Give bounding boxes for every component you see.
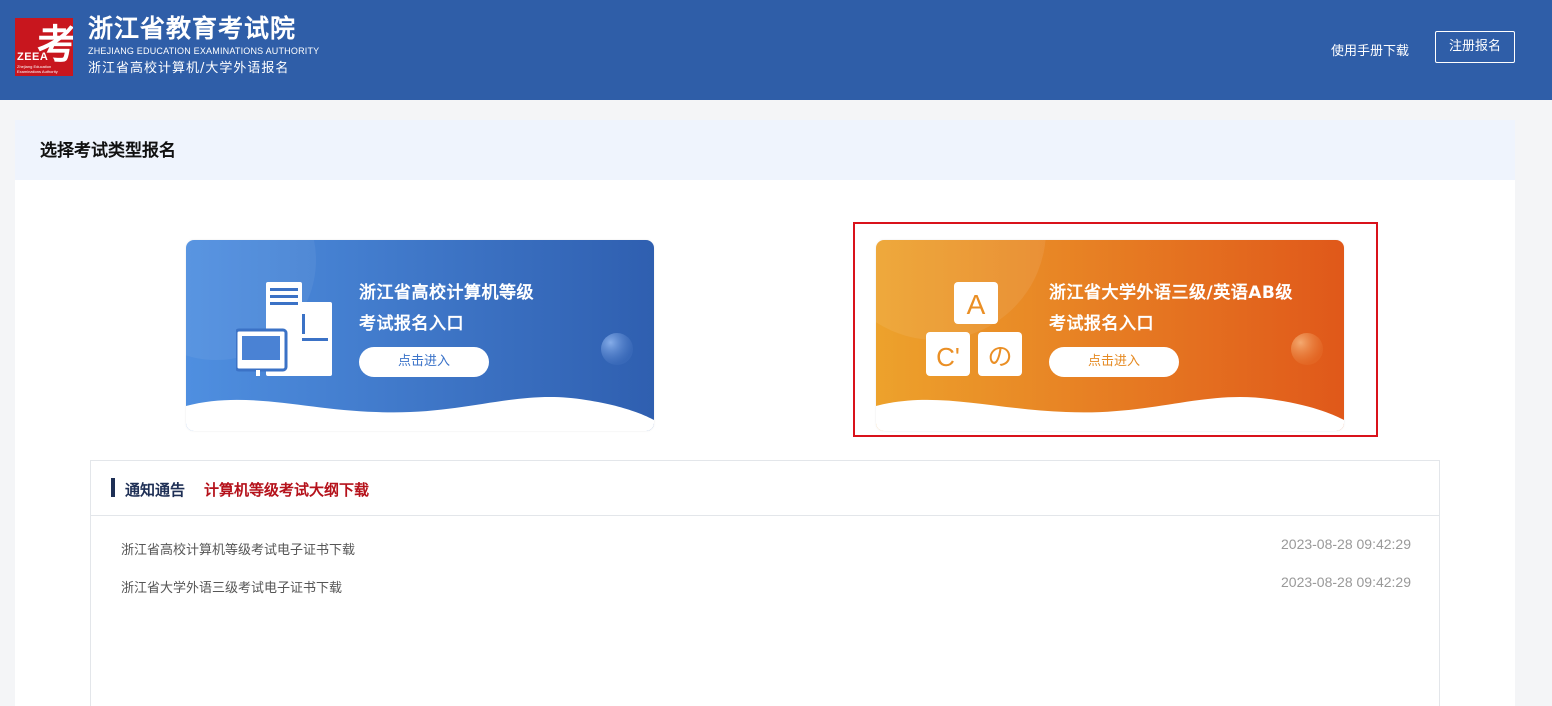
register-button[interactable]: 注册报名 (1435, 31, 1515, 63)
panel-header: 选择考试类型报名 (15, 120, 1515, 180)
card-title-line2: 考试报名入口 (359, 314, 464, 334)
site-subtitle: 浙江省高校计算机/大学外语报名 (88, 61, 290, 76)
site-title-en: ZHEJIANG EDUCATION EXAMINATIONS AUTHORIT… (88, 46, 320, 56)
card-title-line1: 浙江省高校计算机等级 (359, 283, 534, 303)
notice-item-date: 2023-08-28 09:42:29 (1281, 574, 1411, 590)
notice-item-date: 2023-08-28 09:42:29 (1281, 536, 1411, 552)
top-header: 考 ZEEA Zhejiang Education Examinations A… (0, 0, 1552, 100)
logo-abbr: ZEEA (17, 51, 49, 63)
notice-item-text[interactable]: 浙江省高校计算机等级考试电子证书下载 (121, 543, 355, 558)
notice-item[interactable]: 浙江省高校计算机等级考试电子证书下载 2023-08-28 09:42:29 (121, 536, 1411, 561)
main-panel: 选择考试类型报名 浙江省高校计算机等级 考试报名入口 点击进入 A C' の 浙… (15, 120, 1515, 706)
computer-icon (236, 282, 332, 376)
brand-block: 浙江省教育考试院 ZHEJIANG EDUCATION EXAMINATIONS… (88, 14, 319, 77)
enter-computer-exam-button[interactable]: 点击进入 (359, 347, 489, 377)
highlight-box (853, 222, 1378, 437)
syllabus-download-link[interactable]: 计算机等级考试大纲下载 (204, 479, 369, 500)
logo-tiny-text: Zhejiang Education Examinations Authorit… (17, 64, 58, 74)
section-title: 选择考试类型报名 (40, 141, 176, 161)
notice-header: 通知通告 计算机等级考试大纲下载 (91, 461, 1439, 516)
manual-download-link[interactable]: 使用手册下载 (1331, 40, 1409, 59)
notice-title: 通知通告 (125, 481, 186, 499)
notice-section: 通知通告 计算机等级考试大纲下载 浙江省高校计算机等级考试电子证书下载 2023… (90, 460, 1440, 706)
site-title: 浙江省教育考试院 (88, 14, 297, 43)
notice-item[interactable]: 浙江省大学外语三级考试电子证书下载 2023-08-28 09:42:29 (121, 574, 1411, 599)
notice-item-text[interactable]: 浙江省大学外语三级考试电子证书下载 (121, 581, 342, 596)
computer-exam-card[interactable]: 浙江省高校计算机等级 考试报名入口 点击进入 (186, 240, 654, 431)
notice-accent-bar (111, 478, 115, 497)
zeea-logo: 考 ZEEA Zhejiang Education Examinations A… (15, 18, 73, 76)
